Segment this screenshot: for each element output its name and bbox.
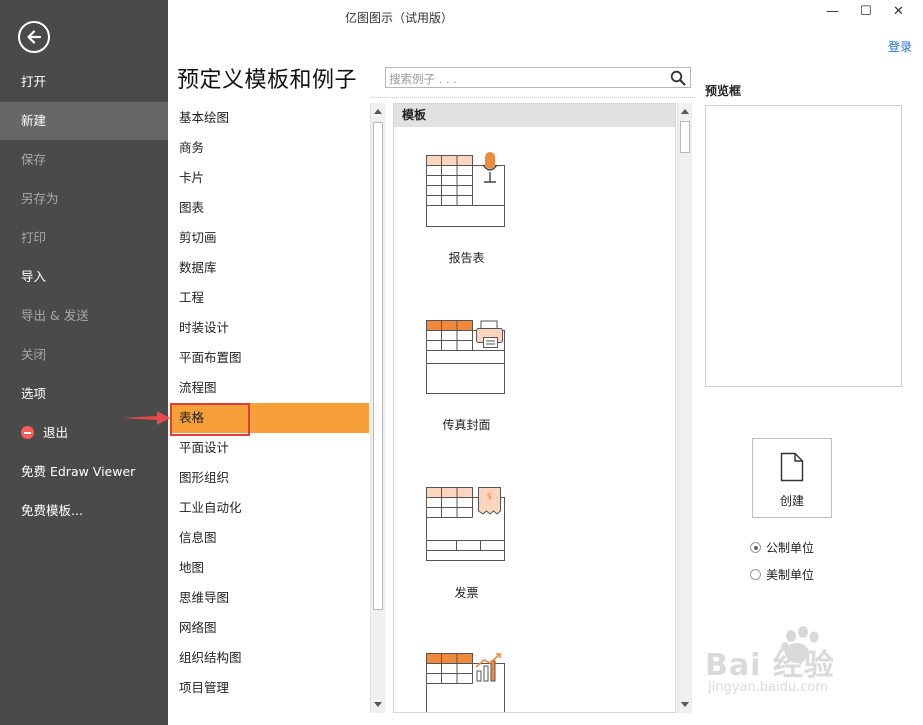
preview-box xyxy=(705,105,902,387)
category-item[interactable]: 平面设计 xyxy=(170,433,369,463)
category-item[interactable]: 数据库 xyxy=(170,253,369,283)
category-item[interactable]: 图表 xyxy=(170,193,369,223)
report-table-icon xyxy=(426,152,505,227)
scroll-down-icon[interactable] xyxy=(681,702,689,707)
search-icon[interactable] xyxy=(670,70,686,86)
template-label: 报告表 xyxy=(448,251,485,265)
sidebar-item-free-templates[interactable]: 免费模板... xyxy=(0,492,168,530)
baidu-watermark: Bai 经验 jingyan.baidu.com xyxy=(705,622,880,695)
unit-us-option[interactable]: 美制单位 xyxy=(750,566,814,583)
preview-label: 预览框 xyxy=(705,84,742,98)
category-item[interactable]: 平面布置图 xyxy=(170,343,369,373)
scroll-down-icon[interactable] xyxy=(374,702,382,707)
sidebar-item-options[interactable]: 选项 xyxy=(0,375,168,413)
template-panel: 模板 报告表 传真封面 $ 发票 xyxy=(393,103,676,713)
sidebar-item-edraw-viewer[interactable]: 免费 Edraw Viewer xyxy=(0,453,168,491)
fax-cover-icon xyxy=(426,320,505,394)
template-scrollbar[interactable] xyxy=(677,103,692,713)
watermark-url: jingyan.baidu.com xyxy=(708,680,828,695)
category-item[interactable]: 流程图 xyxy=(170,373,369,403)
scroll-thumb[interactable] xyxy=(680,121,690,153)
category-item[interactable]: 工业自动化 xyxy=(170,493,369,523)
new-document-icon xyxy=(780,452,804,482)
sidebar-item-import[interactable]: 导入 xyxy=(0,258,168,296)
unit-metric-option[interactable]: 公制单位 xyxy=(750,539,814,556)
radio-us[interactable] xyxy=(750,569,761,580)
maximize-button[interactable]: ☐ xyxy=(860,4,872,19)
category-item[interactable]: 网络图 xyxy=(170,613,369,643)
category-item[interactable]: 时装设计 xyxy=(170,313,369,343)
category-item[interactable]: 剪切画 xyxy=(170,223,369,253)
category-scrollbar[interactable] xyxy=(370,103,385,713)
exit-icon xyxy=(21,426,34,439)
login-link[interactable]: 登录 xyxy=(888,38,912,55)
category-item[interactable]: 思维导图 xyxy=(170,583,369,613)
page-title: 预定义模板和例子 xyxy=(177,68,358,93)
search-box xyxy=(385,67,691,90)
arrow-left-icon xyxy=(27,30,42,44)
category-item[interactable]: 商务 xyxy=(170,133,369,163)
scroll-thumb[interactable] xyxy=(373,122,383,610)
template-label: 发票 xyxy=(454,586,479,600)
scroll-up-icon[interactable] xyxy=(681,109,689,114)
category-item[interactable]: 项目管理 xyxy=(170,673,369,703)
category-item[interactable]: 组织结构图 xyxy=(170,643,369,673)
sidebar: 打开 新建 保存 另存为 打印 导入 导出 & 发送 关闭 选项 退出 免费 E… xyxy=(0,0,168,725)
chart-table-icon xyxy=(426,653,505,712)
category-item[interactable]: 信息图 xyxy=(170,523,369,553)
divider xyxy=(370,97,695,98)
sidebar-item-open[interactable]: 打开 xyxy=(0,63,168,101)
template-header: 模板 xyxy=(394,104,675,127)
red-arrow-icon xyxy=(123,411,170,425)
unit-us-label: 美制单位 xyxy=(766,568,815,582)
back-button[interactable] xyxy=(18,21,50,53)
invoice-icon: $ xyxy=(426,487,505,561)
category-item[interactable]: 地图 xyxy=(170,553,369,583)
selection-highlight xyxy=(170,403,250,436)
sidebar-item-print[interactable]: 打印 xyxy=(0,219,168,257)
search-input[interactable] xyxy=(386,68,671,90)
unit-metric-label: 公制单位 xyxy=(766,541,815,555)
category-item[interactable]: 工程 xyxy=(170,283,369,313)
svg-text:$: $ xyxy=(487,492,493,502)
create-button[interactable]: 创建 xyxy=(752,438,832,518)
scroll-up-icon[interactable] xyxy=(374,109,382,114)
window-title: 亿图图示（试用版） xyxy=(345,11,454,25)
sidebar-item-save-as[interactable]: 另存为 xyxy=(0,180,168,218)
watermark-text: Bai 经验 xyxy=(705,648,835,683)
create-label: 创建 xyxy=(779,494,804,508)
category-item[interactable]: 基本绘图 xyxy=(170,103,369,133)
category-item[interactable]: 卡片 xyxy=(170,163,369,193)
sidebar-item-save[interactable]: 保存 xyxy=(0,141,168,179)
sidebar-item-export-send[interactable]: 导出 & 发送 xyxy=(0,297,168,335)
minimize-button[interactable]: — xyxy=(826,4,839,19)
template-label: 传真封面 xyxy=(442,418,491,432)
close-button[interactable]: ✕ xyxy=(893,4,904,19)
sidebar-item-close[interactable]: 关闭 xyxy=(0,336,168,374)
category-item[interactable]: 图形组织 xyxy=(170,463,369,493)
radio-metric[interactable] xyxy=(750,542,761,553)
sidebar-item-new[interactable]: 新建 xyxy=(0,102,168,140)
sidebar-item-exit-label: 退出 xyxy=(43,425,69,440)
